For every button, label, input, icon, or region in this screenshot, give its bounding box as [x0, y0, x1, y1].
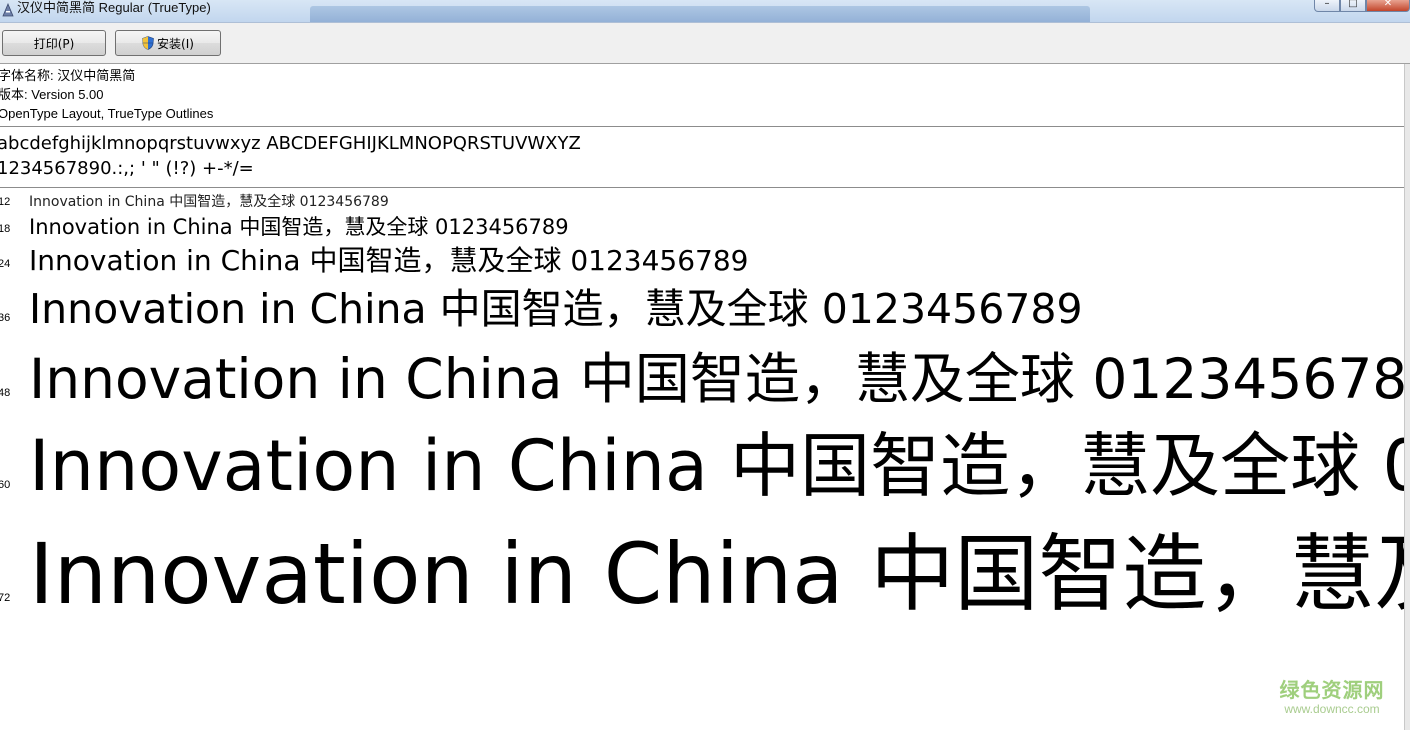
font-info: 字体名称: 汉仪中简黑简 版本: Version 5.00 OpenType L… [0, 66, 1402, 123]
window-controls: – □ ✕ [1314, 0, 1410, 13]
toolbar: 打印(P) 安装(I) [0, 23, 1410, 64]
sample-text: Innovation in China 中国智造，慧及全球 0123456789 [29, 194, 389, 210]
maximize-button[interactable]: □ [1340, 0, 1366, 12]
font-app-icon [2, 3, 14, 17]
print-button-label: 打印(P) [33, 36, 75, 51]
print-button[interactable]: 打印(P) [2, 30, 106, 56]
sample-text: Innovation in China 中国智造，慧及全球 0123456789 [29, 285, 1083, 333]
minimize-button[interactable]: – [1314, 0, 1340, 12]
uac-shield-icon [142, 36, 154, 50]
sample-text: Innovation in China 中国智造，慧及全球 0123456789 [29, 347, 1404, 411]
minimize-icon: – [1324, 0, 1330, 9]
watermark: 绿色资源网 www.downcc.com [1272, 678, 1392, 716]
install-button-label: 安装(I) [157, 36, 194, 51]
sample-row-60: 60 Innovation in China 中国智造，慧及全球 0123456… [0, 418, 1404, 514]
divider [0, 187, 1404, 188]
font-type-line: OpenType Layout, TrueType Outlines [0, 106, 214, 121]
watermark-url: www.downcc.com [1284, 702, 1380, 716]
sample-text: Innovation in China 中国智造，慧及全球 0123456789 [29, 215, 569, 239]
sample-row-12: 12 Innovation in China 中国智造，慧及全球 0123456… [0, 193, 1404, 211]
close-icon: ✕ [1383, 0, 1393, 9]
vertical-scrollbar[interactable] [1404, 64, 1410, 730]
sample-text: Innovation in China 中国智造，慧及全球 0123456789 [29, 525, 1404, 623]
divider [0, 126, 1404, 127]
window-title: 汉仪中简黑简 Regular (TrueType) [17, 0, 211, 15]
charset-digits-symbols: 1234567890.:,; ' " (!?) +-*/= [0, 158, 254, 179]
title-bar[interactable]: 汉仪中简黑简 Regular (TrueType) – □ ✕ [0, 0, 1410, 23]
character-set: abcdefghijklmnopqrstuvwxyz ABCDEFGHIJKLM… [0, 131, 1397, 181]
size-label: 12 [0, 196, 11, 208]
sample-text: Innovation in China 中国智造，慧及全球 0123456789 [29, 244, 749, 277]
sample-row-36: 36 Innovation in China 中国智造，慧及全球 0123456… [0, 281, 1404, 337]
sample-row-72: 72 Innovation in China 中国智造，慧及全球 0123456… [0, 514, 1404, 634]
install-button[interactable]: 安装(I) [115, 30, 221, 56]
charset-letters: abcdefghijklmnopqrstuvwxyz ABCDEFGHIJKLM… [0, 133, 581, 154]
sample-row-24: 24 Innovation in China 中国智造，慧及全球 0123456… [0, 241, 1404, 281]
close-button[interactable]: ✕ [1366, 0, 1410, 12]
size-label: 36 [0, 312, 11, 324]
size-label: 72 [0, 592, 11, 604]
size-label: 48 [0, 387, 11, 399]
size-label: 60 [0, 479, 11, 491]
sample-row-18: 18 Innovation in China 中国智造，慧及全球 0123456… [0, 212, 1404, 242]
maximize-icon: □ [1348, 0, 1358, 9]
font-viewer-window: 汉仪中简黑简 Regular (TrueType) – □ ✕ 打印(P) 安装… [0, 0, 1410, 730]
font-version-line: 版本: Version 5.00 [0, 87, 104, 102]
watermark-title: 绿色资源网 [1279, 678, 1385, 702]
sample-text: Innovation in China 中国智造，慧及全球 0123456789 [29, 425, 1404, 507]
font-name-line: 字体名称: 汉仪中简黑简 [0, 68, 136, 83]
size-label: 24 [0, 258, 11, 270]
background-window [310, 6, 1090, 22]
size-label: 18 [0, 223, 11, 235]
sample-row-48: 48 Innovation in China 中国智造，慧及全球 0123456… [0, 340, 1404, 418]
